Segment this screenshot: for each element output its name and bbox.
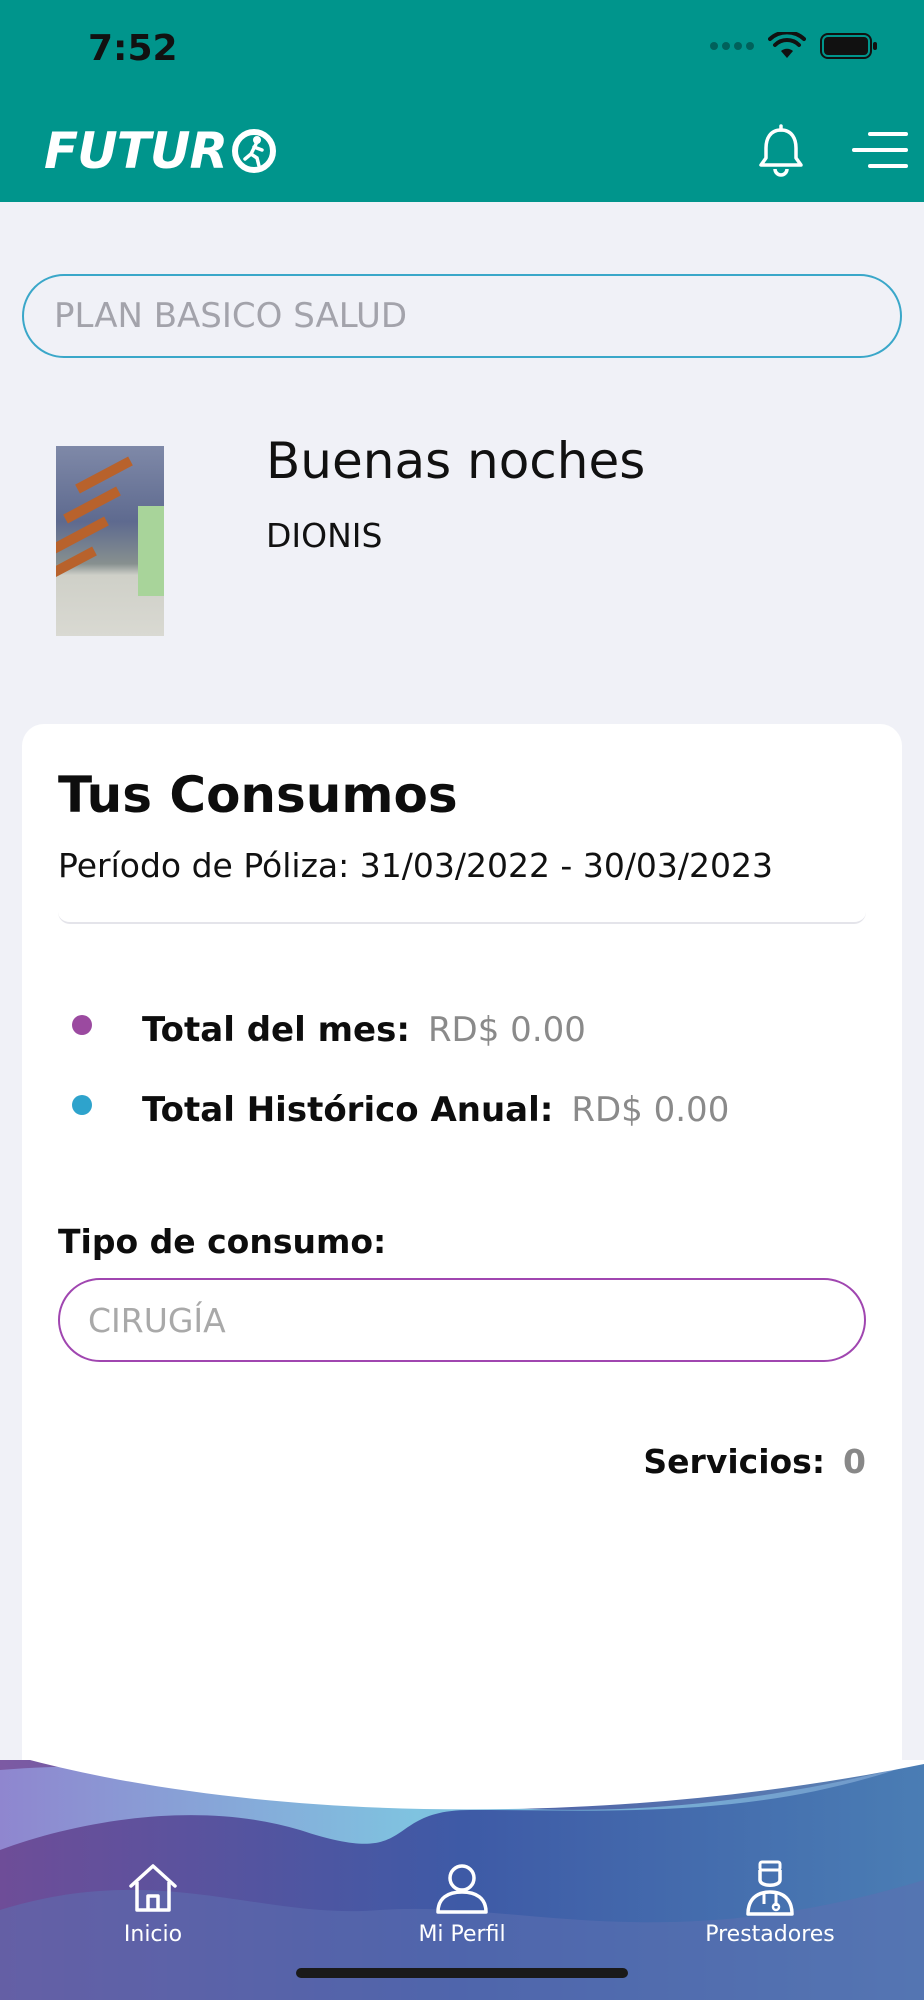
user-icon — [436, 1864, 488, 1914]
total-annual-label: Total Histórico Anual: — [142, 1090, 554, 1130]
nav-prestadores-label: Prestadores — [705, 1922, 835, 1947]
nav-inicio[interactable]: Inicio — [53, 1860, 253, 1947]
avatar[interactable] — [56, 446, 164, 636]
servicios-value: 0 — [843, 1442, 866, 1481]
battery-icon — [820, 33, 877, 59]
servicios-count: Servicios: 0 — [643, 1442, 866, 1481]
bell-icon[interactable] — [756, 124, 806, 178]
tipo-consumo-select[interactable]: CIRUGÍA — [58, 1278, 866, 1362]
total-month-label: Total del mes: — [142, 1010, 410, 1050]
status-time: 7:52 — [88, 28, 178, 69]
greeting-text: Buenas noches — [266, 432, 646, 490]
app-header: 7:52 FUTUR — [0, 0, 924, 202]
cellular-signal-icon — [710, 42, 754, 50]
nav-mi-perfil[interactable]: Mi Perfil — [362, 1860, 562, 1947]
month-dot-icon — [72, 1015, 92, 1035]
bottom-nav: Inicio Mi Perfil Prestadores — [0, 1760, 924, 2000]
nav-inicio-label: Inicio — [123, 1922, 183, 1947]
total-month-row: Total del mes: RD$ 0.00 — [58, 1010, 586, 1050]
hamburger-menu-icon[interactable] — [852, 128, 908, 172]
logo-text: FUTUR — [44, 122, 228, 180]
tipo-consumo-label: Tipo de consumo: — [58, 1222, 387, 1261]
plan-select[interactable]: PLAN BASICO SALUD — [22, 274, 902, 358]
total-month-value: RD$ 0.00 — [427, 1010, 586, 1050]
logo-o-mark-icon — [231, 129, 276, 173]
home-indicator[interactable] — [296, 1968, 628, 1978]
futuro-logo[interactable]: FUTUR — [44, 122, 277, 180]
policy-period: Período de Póliza: 31/03/2022 - 30/03/20… — [58, 846, 773, 885]
divider — [58, 912, 866, 924]
home-icon — [129, 1864, 177, 1912]
total-annual-row: Total Histórico Anual: RD$ 0.00 — [58, 1090, 729, 1130]
doctor-icon — [746, 1860, 794, 1916]
wifi-icon — [768, 32, 806, 58]
card-title: Tus Consumos — [58, 766, 458, 824]
period-label: Período de Póliza: — [58, 846, 350, 885]
user-name: DIONIS — [266, 516, 383, 555]
annual-dot-icon — [72, 1095, 92, 1115]
servicios-label: Servicios: — [643, 1442, 826, 1481]
nav-mi-perfil-label: Mi Perfil — [418, 1922, 506, 1947]
total-annual-value: RD$ 0.00 — [571, 1090, 730, 1130]
status-icons — [710, 32, 878, 60]
nav-prestadores[interactable]: Prestadores — [670, 1860, 870, 1947]
period-value: 31/03/2022 - 30/03/2023 — [359, 846, 774, 885]
